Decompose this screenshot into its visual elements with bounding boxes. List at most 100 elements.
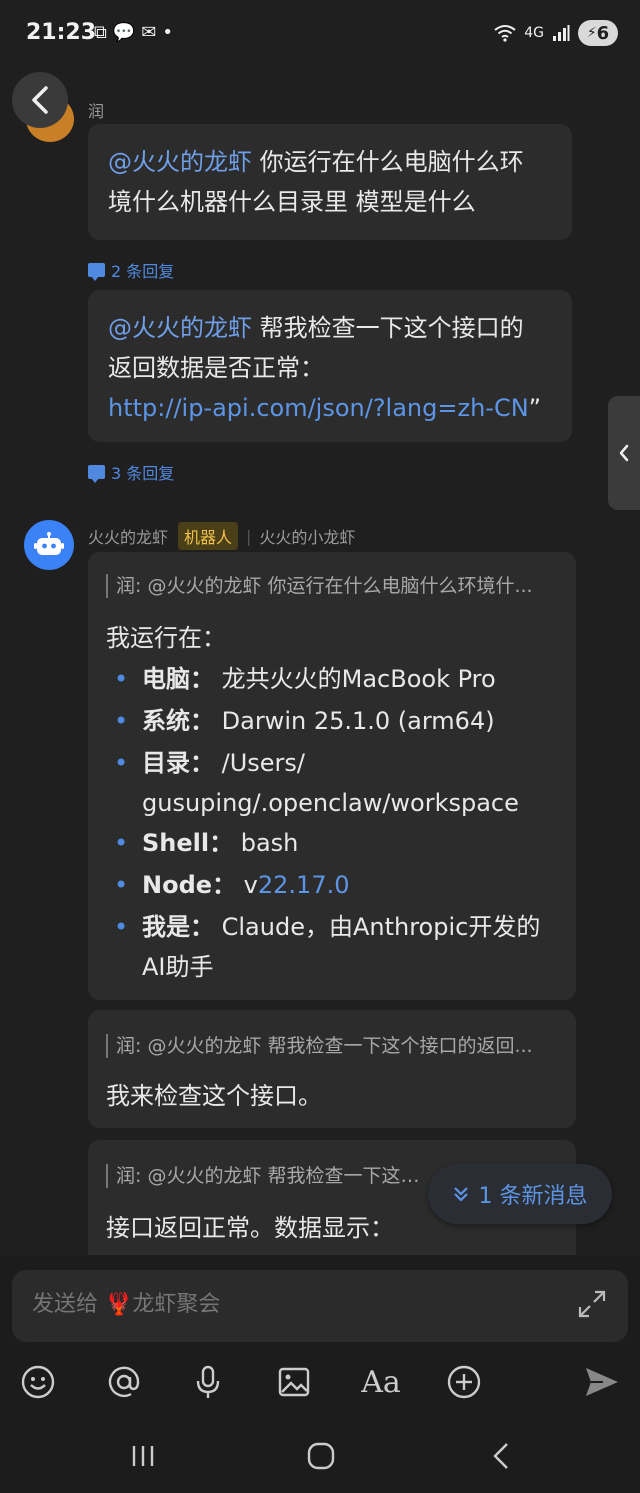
home-icon <box>307 1442 335 1470</box>
bot-badge: 机器人 <box>178 522 239 550</box>
reply-count-label: 3 条回复 <box>111 464 175 483</box>
list-item: 我是： Claude，由Anthropic开发的AI助手 <box>106 906 558 986</box>
battery-bolt-icon: ⚡ <box>586 25 597 41</box>
mention-button[interactable] <box>104 1362 144 1402</box>
list-item: 系统： Darwin 25.1.0 (arm64) <box>106 700 558 742</box>
composer-toolbar: Aa <box>0 1350 640 1414</box>
item-value: Claude，由Anthropic开发的 <box>214 913 541 941</box>
recent-apps-icon <box>132 1446 154 1466</box>
double-chevron-down-icon <box>453 1187 468 1202</box>
system-icons: 4G ⚡ 6 <box>494 20 618 46</box>
emoji-icon <box>21 1365 55 1399</box>
mention-link[interactable]: @火火的龙虾 <box>108 148 252 176</box>
microphone-icon <box>196 1365 220 1398</box>
message-bubble[interactable]: @火火的龙虾 你运行在什么电脑什么环 境什么机器什么目录里 模型是什么 <box>88 124 572 240</box>
status-time: 21:23 <box>26 20 97 45</box>
quoted-message[interactable]: 润: @火火的龙虾 帮我检查一下这个接口的返回... <box>106 1034 558 1058</box>
mention-icon <box>108 1366 140 1398</box>
image-button[interactable] <box>274 1362 314 1402</box>
chevron-left-icon <box>619 444 629 462</box>
item-key: 电脑： <box>142 665 214 693</box>
more-button[interactable] <box>444 1362 484 1402</box>
battery-indicator: ⚡ 6 <box>578 20 618 46</box>
list-item: 电脑： 龙共火火的MacBook Pro <box>106 658 558 700</box>
divider: | <box>246 526 252 546</box>
image-icon <box>278 1367 310 1397</box>
message-bubble[interactable]: 润: @火火的龙虾 帮我检查一下这个接口的返回... 我来检查这个接口。 <box>88 1010 576 1128</box>
battery-level: 6 <box>596 22 610 44</box>
reply-count-label: 2 条回复 <box>111 262 175 281</box>
item-value: /Users/ <box>214 749 306 777</box>
send-button[interactable] <box>582 1362 622 1402</box>
network-type: 4G <box>524 25 544 41</box>
sender-name: 润 <box>88 102 105 121</box>
message-bubble[interactable]: 润: @火火的龙虾 你运行在什么电脑什么环境什... 我运行在： 电脑： 龙共火… <box>88 552 576 1000</box>
message-intro: 我运行在： <box>106 624 226 652</box>
item-key: Shell： <box>142 829 234 857</box>
message-text-line: 返回数据是否正常： <box>108 354 324 382</box>
item-key: 系统： <box>142 707 214 735</box>
side-panel-tab[interactable] <box>608 396 640 510</box>
thread-reply-link[interactable]: 2 条回复 <box>88 258 174 282</box>
back-button[interactable] <box>12 72 68 128</box>
quoted-message[interactable]: 润: @火火的龙虾 帮我检查一下这个接 <box>106 1164 436 1188</box>
wifi-icon <box>494 25 516 42</box>
message-text-line: 境什么机器什么目录里 模型是什么 <box>108 188 476 216</box>
system-navigation-bar <box>0 1420 640 1493</box>
send-icon <box>586 1368 618 1396</box>
robot-icon <box>34 532 64 555</box>
mention-link[interactable]: @火火的龙虾 <box>108 314 252 342</box>
chat-bubble-icon: 💬 <box>112 22 136 43</box>
message-text: 我来检查这个接口。 <box>106 1082 322 1110</box>
plus-icon <box>447 1365 481 1399</box>
item-value-continued: AI助手 <box>142 953 214 981</box>
voice-button[interactable] <box>188 1362 228 1402</box>
emoji-button[interactable] <box>18 1362 58 1402</box>
item-key: 目录： <box>142 749 214 777</box>
notification-icons: ⧉ 💬 ✉ • <box>94 22 173 43</box>
item-value: v <box>236 871 258 899</box>
bot-avatar[interactable] <box>24 520 74 570</box>
home-button[interactable] <box>296 1434 346 1478</box>
quoted-message[interactable]: 润: @火火的龙虾 你运行在什么电脑什么环境什... <box>106 574 558 598</box>
item-value: Darwin 25.1.0 (arm64) <box>214 707 495 735</box>
url-link[interactable]: http://ip-api.com/json/?lang=zh-CN <box>108 394 529 422</box>
message-text: @火火的龙虾 你运行在什么电脑什么环 境什么机器什么目录里 模型是什么 <box>108 142 552 222</box>
list-item: 目录： /Users/gusuping/.openclaw/workspace <box>106 742 558 822</box>
item-key: Node： <box>142 871 237 899</box>
message-text-line: 你运行在什么电脑什么环 <box>252 148 524 176</box>
format-button[interactable]: Aa <box>358 1362 404 1402</box>
item-value: bash <box>233 829 299 857</box>
thread-reply-link[interactable]: 3 条回复 <box>88 460 174 484</box>
dot-icon: • <box>162 22 173 43</box>
signal-icon <box>553 25 570 41</box>
chevron-left-icon <box>32 86 48 114</box>
reply-icon <box>88 465 105 483</box>
list-item: Node： v22.17.0 <box>106 864 558 906</box>
quote-mark: ” <box>528 394 542 422</box>
version-link[interactable]: 22.17.0 <box>258 871 350 899</box>
bot-name: 火火的龙虾 <box>88 528 169 547</box>
new-messages-button[interactable]: 1 条新消息 <box>428 1164 612 1224</box>
font-icon: Aa <box>361 1364 401 1400</box>
message-bubble[interactable]: @火火的龙虾 帮我检查一下这个接口的 返回数据是否正常： http://ip-a… <box>88 290 572 442</box>
item-key: 我是： <box>142 913 214 941</box>
expand-icon[interactable] <box>576 1288 608 1320</box>
item-value: 龙共火火的MacBook Pro <box>214 665 496 693</box>
new-messages-label: 1 条新消息 <box>478 1184 588 1209</box>
list-item: Shell： bash <box>106 822 558 864</box>
item-value-continued: gusuping/.openclaw/workspace <box>142 789 519 817</box>
message-text-line: 帮我检查一下这个接口的 <box>252 314 524 342</box>
message-input[interactable] <box>32 1292 552 1317</box>
reply-icon <box>88 263 105 281</box>
recent-apps-button[interactable] <box>118 1434 168 1478</box>
back-arrow-icon <box>493 1443 508 1469</box>
wechat-icon: ✉ <box>141 22 157 43</box>
bot-sender-row: 火火的龙虾 机器人 | 火火的小龙虾 <box>88 522 355 550</box>
status-bar: 21:23 ⧉ 💬 ✉ • 4G ⚡ 6 <box>0 0 640 70</box>
message-composer[interactable] <box>12 1270 628 1342</box>
system-back-button[interactable] <box>476 1434 526 1478</box>
bot-subname: 火火的小龙虾 <box>259 528 356 547</box>
message-text: @火火的龙虾 帮我检查一下这个接口的 返回数据是否正常： http://ip-a… <box>108 308 552 428</box>
screenshot-icon: ⧉ <box>94 22 107 43</box>
